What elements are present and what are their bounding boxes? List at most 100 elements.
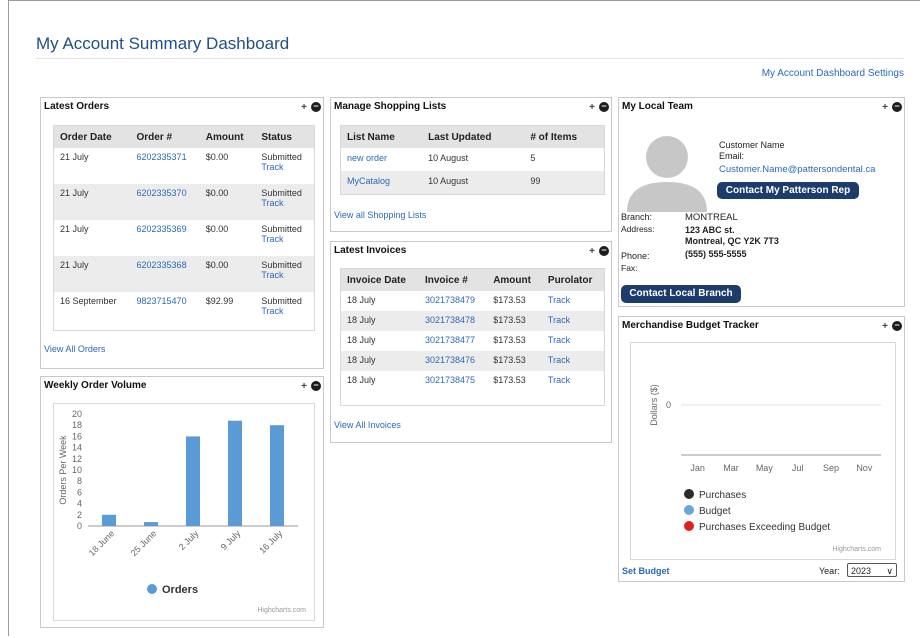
latest-invoices-table-wrap: Invoice Date Invoice # Amount Purolator …	[340, 268, 605, 406]
minimize-icon[interactable]: −	[599, 102, 609, 113]
table-row: 18 July 3021738477 $173.53 Track	[341, 331, 604, 351]
order-number-link[interactable]: 6202335368	[130, 256, 200, 292]
set-budget-link[interactable]: Set Budget	[622, 566, 670, 576]
order-status-cell: Submitted Track	[255, 256, 314, 292]
order-number-link[interactable]: 9823715470	[131, 292, 200, 328]
y-axis-label: Orders Per Week	[58, 435, 68, 505]
invoice-number-link[interactable]: 3021738478	[418, 311, 488, 331]
move-icon[interactable]: +	[882, 102, 888, 113]
move-icon[interactable]: +	[589, 246, 595, 257]
column-header[interactable]: Purolator	[541, 269, 604, 291]
move-icon[interactable]: +	[589, 102, 595, 113]
order-number-link[interactable]: 6202335370	[130, 184, 200, 220]
legend-marker	[684, 505, 694, 515]
y-tick-label: 8	[77, 476, 82, 486]
budget-tracker-title: Merchandise Budget Tracker	[622, 320, 759, 331]
column-header[interactable]: # of Items	[524, 126, 604, 148]
minimize-icon[interactable]: −	[311, 381, 321, 392]
invoice-amount-cell: $173.53	[493, 295, 526, 305]
latest-invoices-panel: Latest Invoices + − Invoice Date Invoice …	[330, 241, 612, 443]
x-tick-label: Jan	[690, 463, 705, 473]
legend-label: Budget	[699, 506, 731, 517]
shopping-list-link[interactable]: new order	[341, 148, 422, 171]
column-header[interactable]: Invoice #	[418, 269, 488, 291]
contact-branch-button[interactable]: Contact Local Branch	[621, 285, 741, 303]
minimize-icon[interactable]: −	[892, 102, 902, 113]
y-tick-label: 4	[77, 499, 82, 509]
budget-tracker-panel: Merchandise Budget Tracker + − 0 Dollars (…	[618, 316, 905, 582]
table-row: 21 July 6202335369 $0.00 Submitted Track	[54, 220, 314, 256]
view-all-orders-link[interactable]: View All Orders	[44, 344, 105, 354]
column-header[interactable]: Order Date	[54, 126, 131, 148]
view-all-shopping-lists-link[interactable]: View all Shopping Lists	[334, 210, 426, 220]
invoice-date-cell: 18 July	[341, 311, 419, 331]
column-header[interactable]: List Name	[341, 126, 423, 148]
invoice-number-link[interactable]: 3021738479	[419, 291, 487, 311]
column-header[interactable]: Invoice Date	[341, 269, 419, 291]
move-icon[interactable]: +	[882, 321, 888, 332]
bar	[102, 514, 116, 526]
local-team-header: My Local Team + −	[619, 98, 904, 116]
move-icon[interactable]: +	[301, 102, 307, 113]
contact-rep-button[interactable]: Contact My Patterson Rep	[717, 182, 859, 199]
shopping-list-link[interactable]: MyCatalog	[341, 171, 423, 194]
order-amount-cell: $0.00	[199, 256, 256, 292]
order-status-cell: Submitted Track	[255, 184, 314, 220]
weekly-chart-frame: 0 2 4 6 8 10 12 14 16 18 20 Orders Per Week 18 June 2…	[53, 403, 315, 621]
table-row: 18 July 3021738475 $173.53 Track	[341, 371, 604, 391]
minimize-icon[interactable]: −	[599, 246, 609, 257]
column-header[interactable]: Status	[255, 126, 314, 148]
order-amount-cell: $92.99	[205, 296, 234, 306]
table-header-row: List Name Last Updated # of Items	[341, 126, 604, 148]
track-link[interactable]: Track	[541, 311, 604, 331]
year-select-value: 2023	[851, 566, 872, 576]
list-items-cell: 5	[530, 153, 536, 163]
track-link[interactable]: Track	[541, 351, 604, 371]
invoice-number-link[interactable]: 3021738477	[419, 331, 487, 351]
x-tick-label: 9 July	[219, 528, 243, 552]
minimize-icon[interactable]: −	[892, 321, 902, 332]
invoice-amount-cell: $173.53	[487, 311, 542, 331]
latest-orders-title: Latest Orders	[44, 101, 110, 112]
branch-value: MONTREAL	[685, 212, 738, 223]
track-link[interactable]: Track	[542, 331, 604, 351]
highcharts-credit: Highcharts.com	[832, 546, 881, 553]
order-amount-cell: $0.00	[205, 152, 229, 162]
column-header[interactable]: Order #	[130, 126, 200, 148]
track-link[interactable]: Track	[261, 234, 308, 244]
list-updated-cell: 10 August	[422, 171, 525, 194]
order-status-text: Submitted	[261, 188, 302, 198]
track-link[interactable]: Track	[261, 270, 308, 280]
view-all-invoices-link[interactable]: View All Invoices	[334, 420, 401, 430]
track-link[interactable]: Track	[261, 306, 308, 316]
track-link[interactable]: Track	[261, 162, 308, 172]
legend-label: Purchases	[699, 490, 746, 501]
track-link[interactable]: Track	[542, 291, 604, 311]
column-header[interactable]: Amount	[199, 126, 256, 148]
column-header[interactable]: Amount	[487, 269, 542, 291]
track-link[interactable]: Track	[261, 198, 308, 208]
order-number-link[interactable]: 6202335371	[131, 148, 200, 184]
phone-label: Phone:	[621, 251, 650, 261]
invoice-number-link[interactable]: 3021738476	[418, 351, 488, 371]
dashboard-settings-link[interactable]: My Account Dashboard Settings	[762, 68, 904, 79]
invoice-number-link[interactable]: 3021738475	[419, 371, 487, 391]
minimize-icon[interactable]: −	[311, 102, 321, 113]
column-header[interactable]: Last Updated	[422, 126, 525, 148]
track-link[interactable]: Track	[542, 371, 604, 391]
list-items-cell: 99	[524, 171, 604, 194]
order-date-cell: 16 September	[60, 296, 117, 306]
rep-email-link[interactable]: Customer.Name@pattersondental.ca	[719, 164, 875, 175]
move-icon[interactable]: +	[301, 381, 307, 392]
order-number-link[interactable]: 6202335369	[131, 220, 200, 256]
invoice-amount-cell: $173.53	[493, 375, 526, 385]
y-tick-label: 16	[72, 431, 82, 441]
table-row: new order 10 August 5	[341, 148, 604, 171]
x-tick-label: 18 June	[87, 528, 117, 558]
title-divider	[36, 58, 904, 59]
x-tick-label: Sep	[823, 463, 839, 473]
order-amount-cell: $0.00	[205, 224, 229, 234]
table-header-row: Invoice Date Invoice # Amount Purolator	[341, 269, 604, 291]
year-select[interactable]: 2023 ∨	[847, 563, 897, 577]
x-tick-label: 2 July	[177, 528, 201, 552]
